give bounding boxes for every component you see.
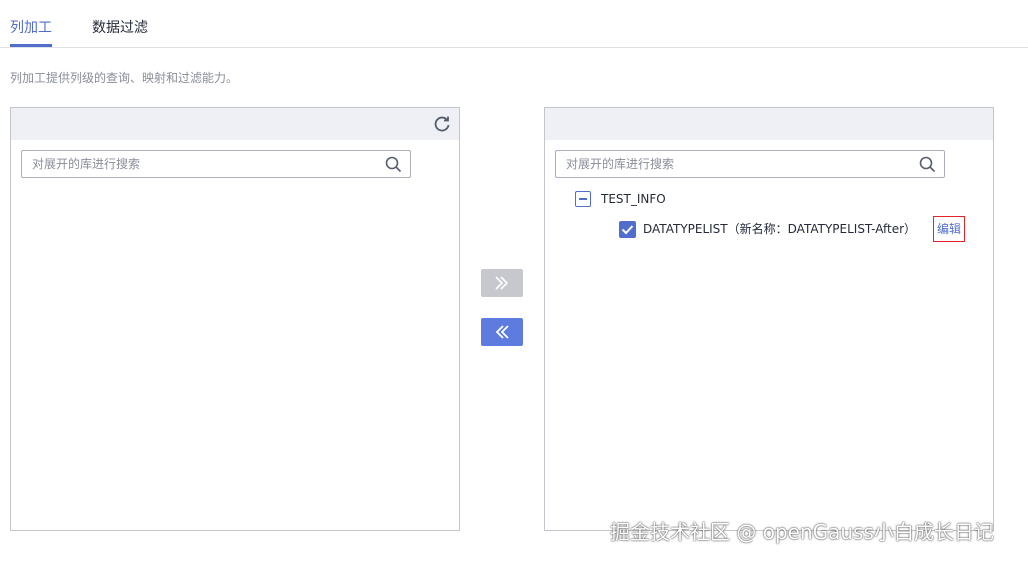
tree-node-datatypelist[interactable]: DATATYPELIST（新名称：DATATYPELIST-After） [643,221,916,237]
edit-link[interactable]: 编辑 [933,216,965,242]
page-description: 列加工提供列级的查询、映射和过滤能力。 [10,71,239,85]
tree-node-test-info[interactable]: TEST_INFO [601,191,666,207]
tab-bar: 列加工 数据过滤 [0,0,1028,48]
checkmark-icon [621,225,634,235]
target-search-input[interactable] [556,151,906,177]
double-chevron-left-icon [495,325,509,339]
target-panel-header [545,108,993,140]
tab-column-processing[interactable]: 列加工 [10,18,52,38]
source-search-input[interactable] [22,151,372,177]
tab-data-filter[interactable]: 数据过滤 [92,18,148,38]
source-panel [10,107,460,531]
target-search-field [555,150,945,178]
source-panel-header [11,108,459,140]
move-left-button[interactable] [481,318,523,346]
search-icon[interactable] [919,156,936,173]
move-right-button[interactable] [481,269,523,297]
active-tab-indicator [10,44,52,47]
search-icon[interactable] [385,156,402,173]
double-chevron-right-icon [495,276,509,290]
refresh-icon[interactable] [433,115,451,133]
source-search-field [21,150,411,178]
watermark: 掘金技术社区 @ openGauss小白成长日记 [610,520,994,544]
datatypelist-checkbox[interactable] [619,221,636,238]
target-panel: TEST_INFO DATATYPELIST（新名称：DATATYPELIST-… [544,107,994,531]
collapse-toggle-icon[interactable] [575,191,591,207]
